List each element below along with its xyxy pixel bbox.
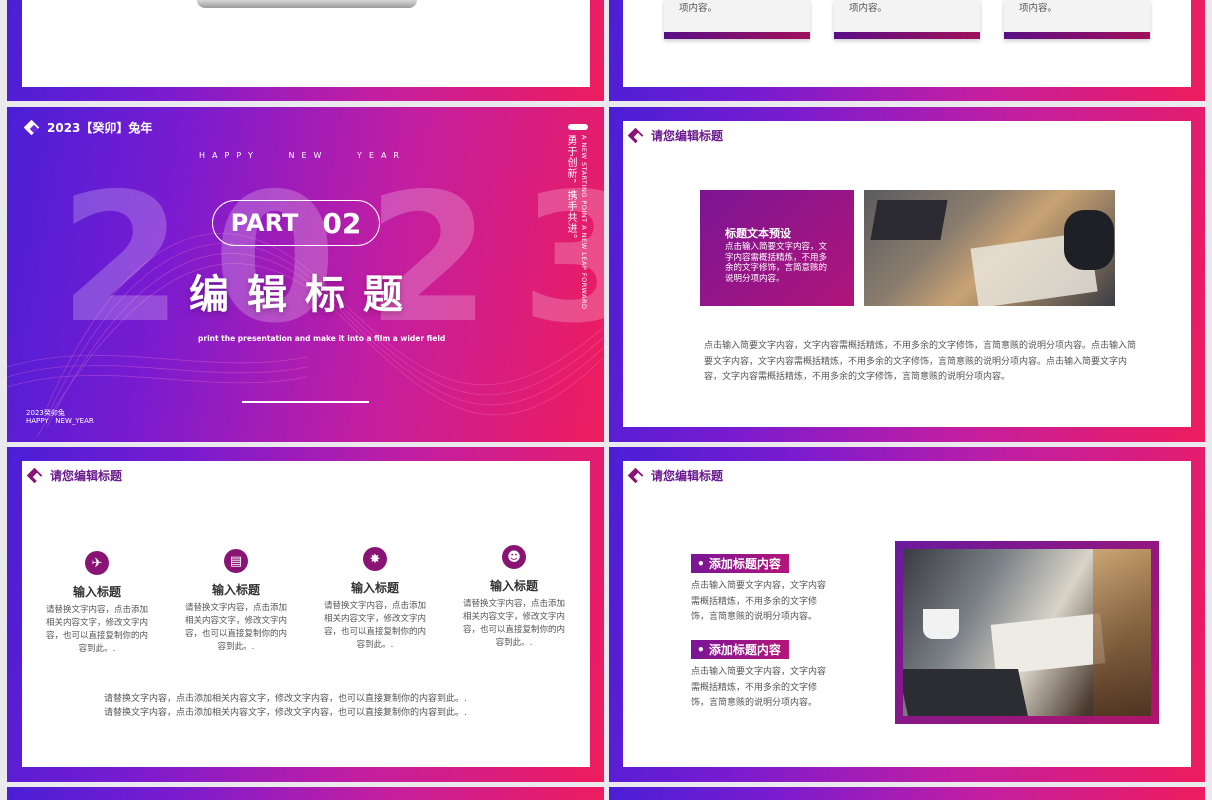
footer-happy: HAPPY NEW_YEAR	[26, 417, 94, 425]
feature-title: 输入标题	[350, 581, 399, 595]
block-title-bar: • 添加标题内容	[691, 554, 789, 573]
header-title: 请您编辑标题	[50, 469, 123, 483]
vertical-slogan-cn: 勇于创新，携手共进。	[565, 135, 576, 245]
user-icon: ☻	[502, 545, 526, 569]
slide-card: 请您编辑标题 • 添加标题内容 点击输入简要文字内容，文字内容需概括精炼，不用多…	[623, 461, 1191, 767]
part-number: 02	[322, 206, 362, 240]
big-year-watermark: 2023	[59, 155, 604, 362]
cover-title: 编辑标题	[189, 272, 421, 318]
brand-text: 2023【癸卯】兔年	[47, 121, 153, 135]
block-title: 添加标题内容	[708, 557, 781, 571]
feature-item: ▤ 输入标题 请替换文字内容，点击添加相关内容文字，修改文字内容，也可以直接复制…	[181, 549, 291, 654]
slide-top-right[interactable]: 项内容。 项内容。 项内容。	[609, 0, 1205, 101]
footer-text-2: 请替换文字内容，点击添加相关内容文字，修改文字内容，也可以直接复制你的内容到此。…	[104, 708, 467, 718]
slide-header: 请您编辑标题	[629, 127, 723, 144]
content-block: • 添加标题内容 点击输入简要文字内容，文字内容需概括精炼，不用多余的文字修饰，…	[691, 639, 851, 712]
feature-text: 请替换文字内容，点击添加相关内容文字，修改文字内容，也可以直接复制你的内容到此。…	[184, 603, 287, 652]
part-label: PART	[230, 209, 299, 237]
feature-title: 输入标题	[211, 583, 260, 597]
brand-diamond-icon	[23, 119, 40, 135]
photo-frame	[895, 541, 1159, 724]
slide-card: 请您编辑标题 标题文本预设 点击输入简要文字内容，文字内容需概括精炼，不用多余的…	[623, 121, 1191, 427]
airplane-icon: ✈	[85, 551, 109, 575]
title-box-text: 点击输入简要文字内容，文字内容需概括精炼，不用多余的文字修饰，言简意赅的说明分项…	[725, 242, 828, 284]
star-icon: ✸	[363, 547, 387, 571]
info-card-text: 项内容。	[849, 3, 888, 14]
header-diamond-icon	[629, 469, 643, 483]
title-box: 标题文本预设 点击输入简要文字内容，文字内容需概括精炼，不用多余的文字修饰，言简…	[700, 190, 854, 306]
slide-bottom-left[interactable]	[7, 787, 604, 800]
slide-bottom-right[interactable]	[609, 787, 1205, 800]
info-card-bar	[1004, 32, 1150, 39]
vertical-slogan-en: A NEW STARTING POINT A NEW LEAP FORWARD	[580, 135, 588, 310]
header-diamond-icon	[28, 469, 42, 483]
content-block: • 添加标题内容 点击输入简要文字内容，文字内容需概括精炼，不用多余的文字修饰，…	[691, 553, 851, 626]
block-text: 点击输入简要文字内容，文字内容需概括精炼，不用多余的文字修饰，言简意赅的说明分项…	[691, 581, 827, 622]
slide-card: 请您编辑标题 ✈ 输入标题 请替换文字内容，点击添加相关内容文字，修改文字内容，…	[22, 461, 590, 767]
feature-text: 请替换文字内容，点击添加相关内容文字，修改文字内容，也可以直接复制你的内容到此。…	[323, 601, 426, 650]
slide-b[interactable]: 请您编辑标题 标题文本预设 点击输入简要文字内容，文字内容需概括精炼，不用多余的…	[609, 107, 1205, 442]
info-card: 项内容。	[664, 0, 810, 39]
info-card: 项内容。	[1004, 0, 1150, 39]
feature-title: 输入标题	[489, 579, 538, 593]
header-title: 请您编辑标题	[651, 129, 724, 143]
meeting-photo	[903, 549, 1151, 716]
info-card-bar	[834, 32, 980, 39]
vertical-pill	[568, 124, 588, 130]
slide-cover[interactable]: 2023 2023【癸卯】兔年 HAPPY NEW YEAR PART 02 编…	[7, 107, 604, 442]
happy-new-year: HAPPY NEW YEAR	[199, 151, 407, 160]
info-card-text: 项内容。	[679, 3, 718, 14]
feature-title: 输入标题	[72, 585, 121, 599]
slide-d[interactable]: 请您编辑标题 • 添加标题内容 点击输入简要文字内容，文字内容需概括精炼，不用多…	[609, 447, 1205, 782]
info-card: 项内容。	[834, 0, 980, 39]
feature-text: 请替换文字内容，点击添加相关内容文字，修改文字内容，也可以直接复制你的内容到此。…	[462, 599, 565, 648]
feature-item: ☻ 输入标题 请替换文字内容，点击添加相关内容文字，修改文字内容，也可以直接复制…	[459, 545, 569, 650]
cover-divider	[242, 401, 369, 403]
header-title: 请您编辑标题	[651, 469, 724, 483]
slide-c[interactable]: 请您编辑标题 ✈ 输入标题 请替换文字内容，点击添加相关内容文字，修改文字内容，…	[7, 447, 604, 782]
block-text: 点击输入简要文字内容，文字内容需概括精炼，不用多余的文字修饰，言简意赅的说明分项…	[691, 667, 827, 708]
laptop-image	[197, 0, 417, 8]
block-title: 添加标题内容	[708, 643, 781, 657]
slide-header: 请您编辑标题	[28, 467, 122, 484]
cover-subtitle: print the presentation and make it into …	[198, 334, 446, 343]
slide-header: 请您编辑标题	[629, 467, 723, 484]
slide-card: 项内容。 项内容。 项内容。	[623, 0, 1191, 87]
body-text: 点击输入简要文字内容，文字内容需概括精炼，不用多余的文字修饰，言简意赅的说明分项…	[704, 341, 1137, 382]
title-box-heading: 标题文本预设	[725, 227, 791, 240]
office-photo	[864, 190, 1115, 306]
feature-item: ✈ 输入标题 请替换文字内容，点击添加相关内容文字，修改文字内容，也可以直接复制…	[42, 551, 152, 656]
info-card-text: 项内容。	[1019, 3, 1058, 14]
part-pill: PART 02	[212, 200, 380, 246]
feature-text: 请替换文字内容，点击添加相关内容文字，修改文字内容，也可以直接复制你的内容到此。…	[45, 605, 148, 654]
block-title-bar: • 添加标题内容	[691, 640, 789, 659]
slide-top-left[interactable]	[7, 0, 604, 101]
info-card-bar	[664, 32, 810, 39]
slide-card	[22, 0, 590, 87]
feature-item: ✸ 输入标题 请替换文字内容，点击添加相关内容文字，修改文字内容，也可以直接复制…	[320, 547, 430, 652]
cover-brand: 2023【癸卯】兔年	[23, 119, 153, 136]
document-icon: ▤	[224, 549, 248, 573]
header-diamond-icon	[629, 129, 643, 143]
